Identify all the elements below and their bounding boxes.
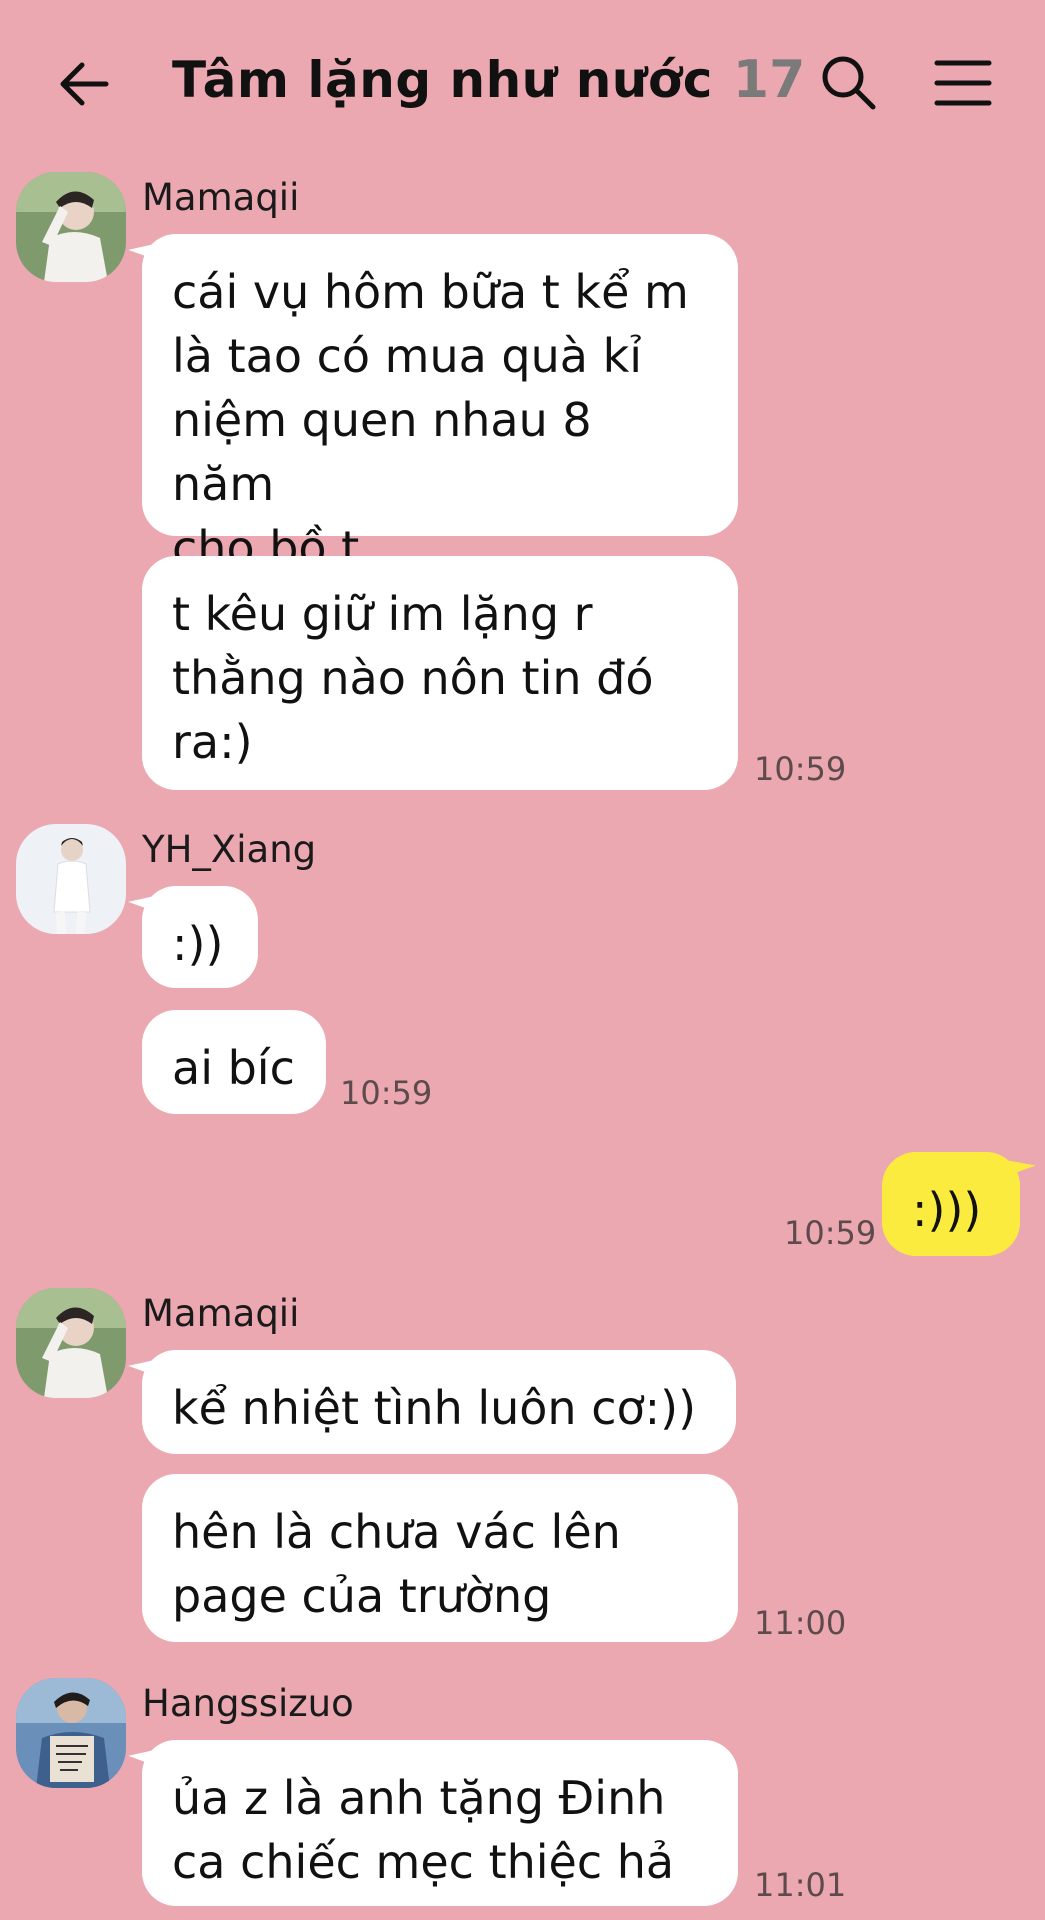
message-bubble[interactable]: kể nhiệt tình luôn cơ:)) (142, 1350, 736, 1454)
back-button[interactable] (52, 52, 116, 116)
chat-title[interactable]: Tâm lặng như nước 17 (172, 50, 805, 122)
message-bubble[interactable]: cái vụ hôm bữa t kể m là tao có mua quà … (142, 234, 738, 575)
message-bubble[interactable]: ai bíc (142, 1010, 326, 1114)
message-text: cái vụ hôm bữa t kể m là tao có mua quà … (172, 265, 689, 575)
message-text: :)) (172, 917, 224, 971)
message-time: 11:00 (754, 1604, 847, 1642)
message-bubble[interactable]: :)) (142, 886, 258, 988)
message-time: 11:01 (754, 1866, 847, 1904)
menu-button[interactable] (934, 58, 992, 108)
message-text: kể nhiệt tình luôn cơ:)) (172, 1381, 697, 1435)
message-time: 10:59 (754, 750, 847, 788)
avatar-yh-xiang[interactable] (16, 824, 126, 934)
search-icon (822, 56, 876, 110)
sender-name: Mamaqii (142, 176, 300, 219)
avatar-hangssizuo[interactable] (16, 1678, 126, 1788)
message-bubble[interactable]: t kêu giữ im lặng r thằng nào nôn tin đó… (142, 556, 738, 790)
avatar-mamaqii[interactable] (16, 1288, 126, 1398)
my-message-bubble[interactable]: :))) (882, 1152, 1020, 1256)
message-bubble[interactable]: hên là chưa vác lên page của trường (142, 1474, 738, 1642)
member-count: 17 (732, 50, 806, 110)
avatar-mamaqii[interactable] (16, 172, 126, 282)
sender-name: Hangssizuo (142, 1682, 354, 1725)
message-bubble[interactable]: ủa z là anh tặng Đinh ca chiếc mẹc thiệc… (142, 1740, 738, 1906)
sender-name: YH_Xiang (142, 828, 317, 871)
message-time: 10:59 (784, 1214, 877, 1252)
search-button[interactable] (818, 52, 878, 112)
message-time: 10:59 (340, 1074, 433, 1112)
message-text: ai bíc (172, 1041, 295, 1095)
menu-icon (934, 60, 992, 106)
group-name: Tâm lặng như nước (172, 51, 713, 109)
message-text: :))) (912, 1183, 982, 1237)
chat-header: Tâm lặng như nước 17 (0, 0, 1045, 165)
chat-screen: Tâm lặng như nước 17 Mamaqii cái vụ hôm (0, 0, 1045, 1920)
message-text: ủa z là anh tặng Đinh ca chiếc mẹc thiệc… (172, 1771, 675, 1889)
sender-name: Mamaqii (142, 1292, 300, 1335)
back-arrow-icon (60, 62, 109, 106)
message-text: hên là chưa vác lên page của trường (172, 1505, 621, 1623)
message-text: t kêu giữ im lặng r thằng nào nôn tin đó… (172, 587, 654, 769)
